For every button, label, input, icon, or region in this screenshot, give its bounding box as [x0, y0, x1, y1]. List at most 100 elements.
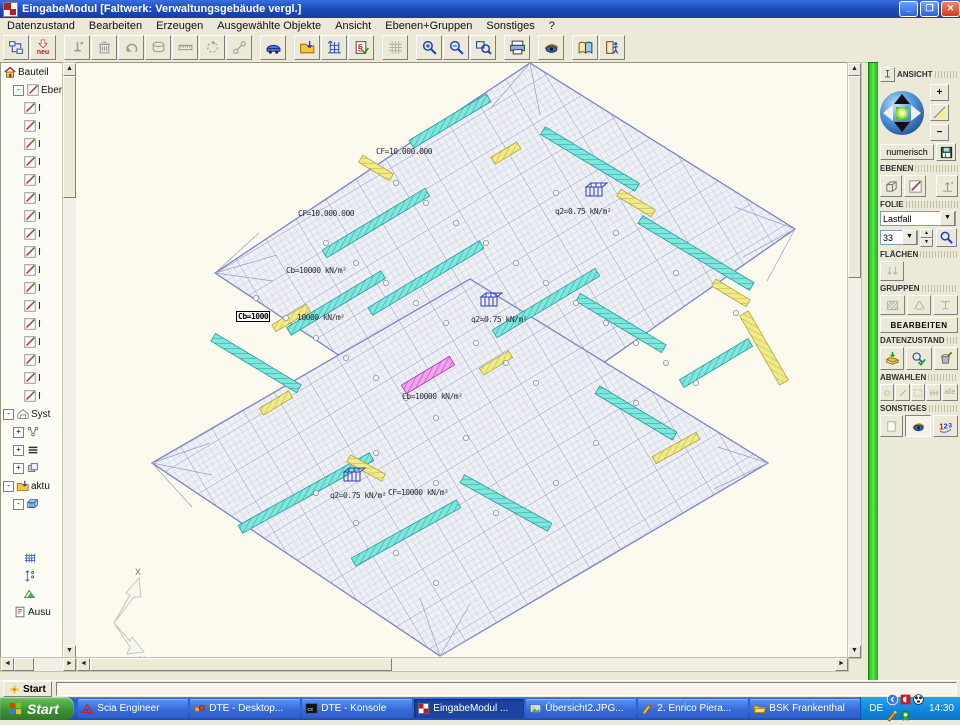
- rotate-right-icon[interactable]: [911, 105, 921, 121]
- app-start-button[interactable]: Start: [3, 681, 52, 697]
- tree-item-eber[interactable]: -Eber: [1, 81, 63, 99]
- menu-item-5[interactable]: Ansicht: [328, 20, 378, 32]
- taskbar-task-2[interactable]: DTE - Desktop...: [190, 699, 300, 718]
- tree-item[interactable]: +: [1, 441, 63, 459]
- tree-item[interactable]: [1, 513, 63, 531]
- tree-item-i[interactable]: I: [1, 117, 63, 135]
- minimize-button[interactable]: _: [899, 1, 918, 17]
- scroll-right-icon[interactable]: ►: [835, 658, 848, 671]
- tree-item-i[interactable]: I: [1, 153, 63, 171]
- scroll-left-icon[interactable]: ◄: [77, 658, 90, 671]
- spin-down-icon[interactable]: ▼: [920, 238, 933, 247]
- rotate-down-icon[interactable]: [894, 122, 910, 132]
- scroll-up-icon[interactable]: ▲: [848, 63, 861, 76]
- tree-item-i[interactable]: I: [1, 171, 63, 189]
- toolbar-walze-button[interactable]: [145, 35, 171, 60]
- daten-bereinigen-button[interactable]: [934, 347, 958, 370]
- view-compass[interactable]: [880, 91, 924, 135]
- scroll-thumb[interactable]: [848, 76, 861, 278]
- menu-item-6[interactable]: Ebenen+Gruppen: [378, 20, 479, 32]
- scroll-down-icon[interactable]: ▼: [848, 645, 861, 658]
- chevron-down-icon[interactable]: ▼: [902, 230, 917, 245]
- tree-item-i[interactable]: I: [1, 387, 63, 405]
- restore-button[interactable]: ❐: [920, 1, 939, 17]
- toolbar-lastraster-button[interactable]: [321, 35, 347, 60]
- tree-item-bauteil[interactable]: Bauteil: [1, 63, 63, 81]
- toolbar-zoomfenster-button[interactable]: [470, 35, 496, 60]
- daten-import-button[interactable]: [880, 347, 904, 370]
- tree-item[interactable]: +: [1, 459, 63, 477]
- clock[interactable]: 14:30: [929, 703, 954, 714]
- shade-toggle-button[interactable]: [930, 104, 949, 121]
- folien-nr-dropdown[interactable]: 33 ▼: [880, 230, 918, 245]
- abwahl-knoten-button[interactable]: [880, 384, 894, 401]
- taskbar-task-4[interactable]: EingabeModul ...: [414, 699, 524, 718]
- numerisch-button[interactable]: numerisch: [880, 144, 934, 160]
- canvas-vertical-scrollbar[interactable]: ▲ ▼: [847, 62, 862, 659]
- toolbar-lastordner-button[interactable]: [294, 35, 320, 60]
- toolbar-raster-button[interactable]: [382, 35, 408, 60]
- lastfall-dropdown[interactable]: Lastfall ▼: [880, 211, 956, 226]
- tree-item-ausu[interactable]: Ausu: [1, 603, 63, 621]
- tree-item-i[interactable]: I: [1, 189, 63, 207]
- ansicht-auge-button[interactable]: [905, 415, 930, 437]
- menu-item-1[interactable]: Datenzustand: [0, 20, 82, 32]
- toolbar-drehen-button[interactable]: [199, 35, 225, 60]
- taskbar-task-3[interactable]: cxDTE - Konsole: [302, 699, 412, 718]
- toolbar-beenden-button[interactable]: [599, 35, 625, 60]
- nummern-button[interactable]: 123: [933, 415, 958, 437]
- toolbar-loeschen-button[interactable]: [91, 35, 117, 60]
- tree-expander-icon[interactable]: -: [13, 85, 24, 96]
- model-canvas[interactable]: X Y CF=10.000.000CF=10.000.000Cb=10000 k…: [76, 62, 847, 658]
- tree-horizontal-scrollbar[interactable]: ◄ ►: [0, 657, 77, 672]
- toolbar-auto-button[interactable]: [260, 35, 286, 60]
- toolbar-handbuch-button[interactable]: [572, 35, 598, 60]
- tree-item[interactable]: [1, 585, 63, 603]
- rotate-left-icon[interactable]: [883, 105, 893, 121]
- tree-item-i[interactable]: I: [1, 369, 63, 387]
- toolbar-stift-button[interactable]: [64, 35, 90, 60]
- tree-expander-icon[interactable]: -: [3, 481, 14, 492]
- tree-item-i[interactable]: I: [1, 261, 63, 279]
- gruppe-t-button[interactable]: [933, 295, 958, 315]
- menu-item-8[interactable]: ?: [542, 20, 562, 32]
- scroll-up-icon[interactable]: ▲: [63, 63, 76, 76]
- tray-pencils-icon[interactable]: [886, 714, 899, 725]
- chevron-down-icon[interactable]: ▼: [940, 211, 955, 226]
- tree-item[interactable]: [1, 531, 63, 549]
- ebene-3d-button[interactable]: [880, 175, 902, 197]
- tree-expander-icon[interactable]: +: [13, 427, 24, 438]
- menu-item-7[interactable]: Sonstiges: [479, 20, 541, 32]
- tree-item-syst[interactable]: -Syst: [1, 405, 63, 423]
- tree-item-i[interactable]: I: [1, 279, 63, 297]
- canvas-horizontal-scrollbar[interactable]: ◄ ►: [76, 657, 849, 672]
- save-view-button[interactable]: [936, 143, 956, 161]
- compass-center[interactable]: [896, 107, 908, 119]
- tree-expander-icon[interactable]: -: [3, 409, 14, 420]
- tree-item-i[interactable]: I: [1, 135, 63, 153]
- zoom-minus-button[interactable]: −: [930, 124, 949, 141]
- toolbar-datenzustand-button[interactable]: [3, 35, 29, 60]
- taskbar-task-5[interactable]: Übersicht2.JPG...: [526, 699, 636, 718]
- language-indicator[interactable]: DE: [869, 703, 883, 714]
- close-button[interactable]: ✕: [941, 1, 960, 17]
- flaechen-loads-button[interactable]: [880, 261, 904, 281]
- taskbar-task-6[interactable]: 2. Enrico Piera...: [638, 699, 748, 718]
- toolbar-neu-button[interactable]: neu: [30, 35, 56, 60]
- toolbar-verbinden-button[interactable]: [226, 35, 252, 60]
- scroll-thumb[interactable]: [63, 76, 76, 198]
- ebene-axis-button[interactable]: [936, 175, 958, 197]
- scroll-left-icon[interactable]: ◄: [1, 658, 14, 671]
- taskbar-task-7[interactable]: BSK Frankenthal: [750, 699, 860, 718]
- daten-pruefen-button[interactable]: [906, 347, 932, 370]
- abwahl-lasten-button[interactable]: [926, 384, 940, 401]
- menu-item-4[interactable]: Ausgewählte Objekte: [210, 20, 328, 32]
- abwahl-alle-button[interactable]: alle: [942, 384, 958, 401]
- tree-item[interactable]: [1, 567, 63, 585]
- tray-panda-icon[interactable]: [912, 698, 925, 709]
- tree-item-i[interactable]: I: [1, 225, 63, 243]
- abwahl-flaechen-button[interactable]: [911, 384, 925, 401]
- tree-expander-icon[interactable]: -: [13, 499, 24, 510]
- tree-item-aktu[interactable]: -aktu: [1, 477, 63, 495]
- menu-item-3[interactable]: Erzeugen: [149, 20, 210, 32]
